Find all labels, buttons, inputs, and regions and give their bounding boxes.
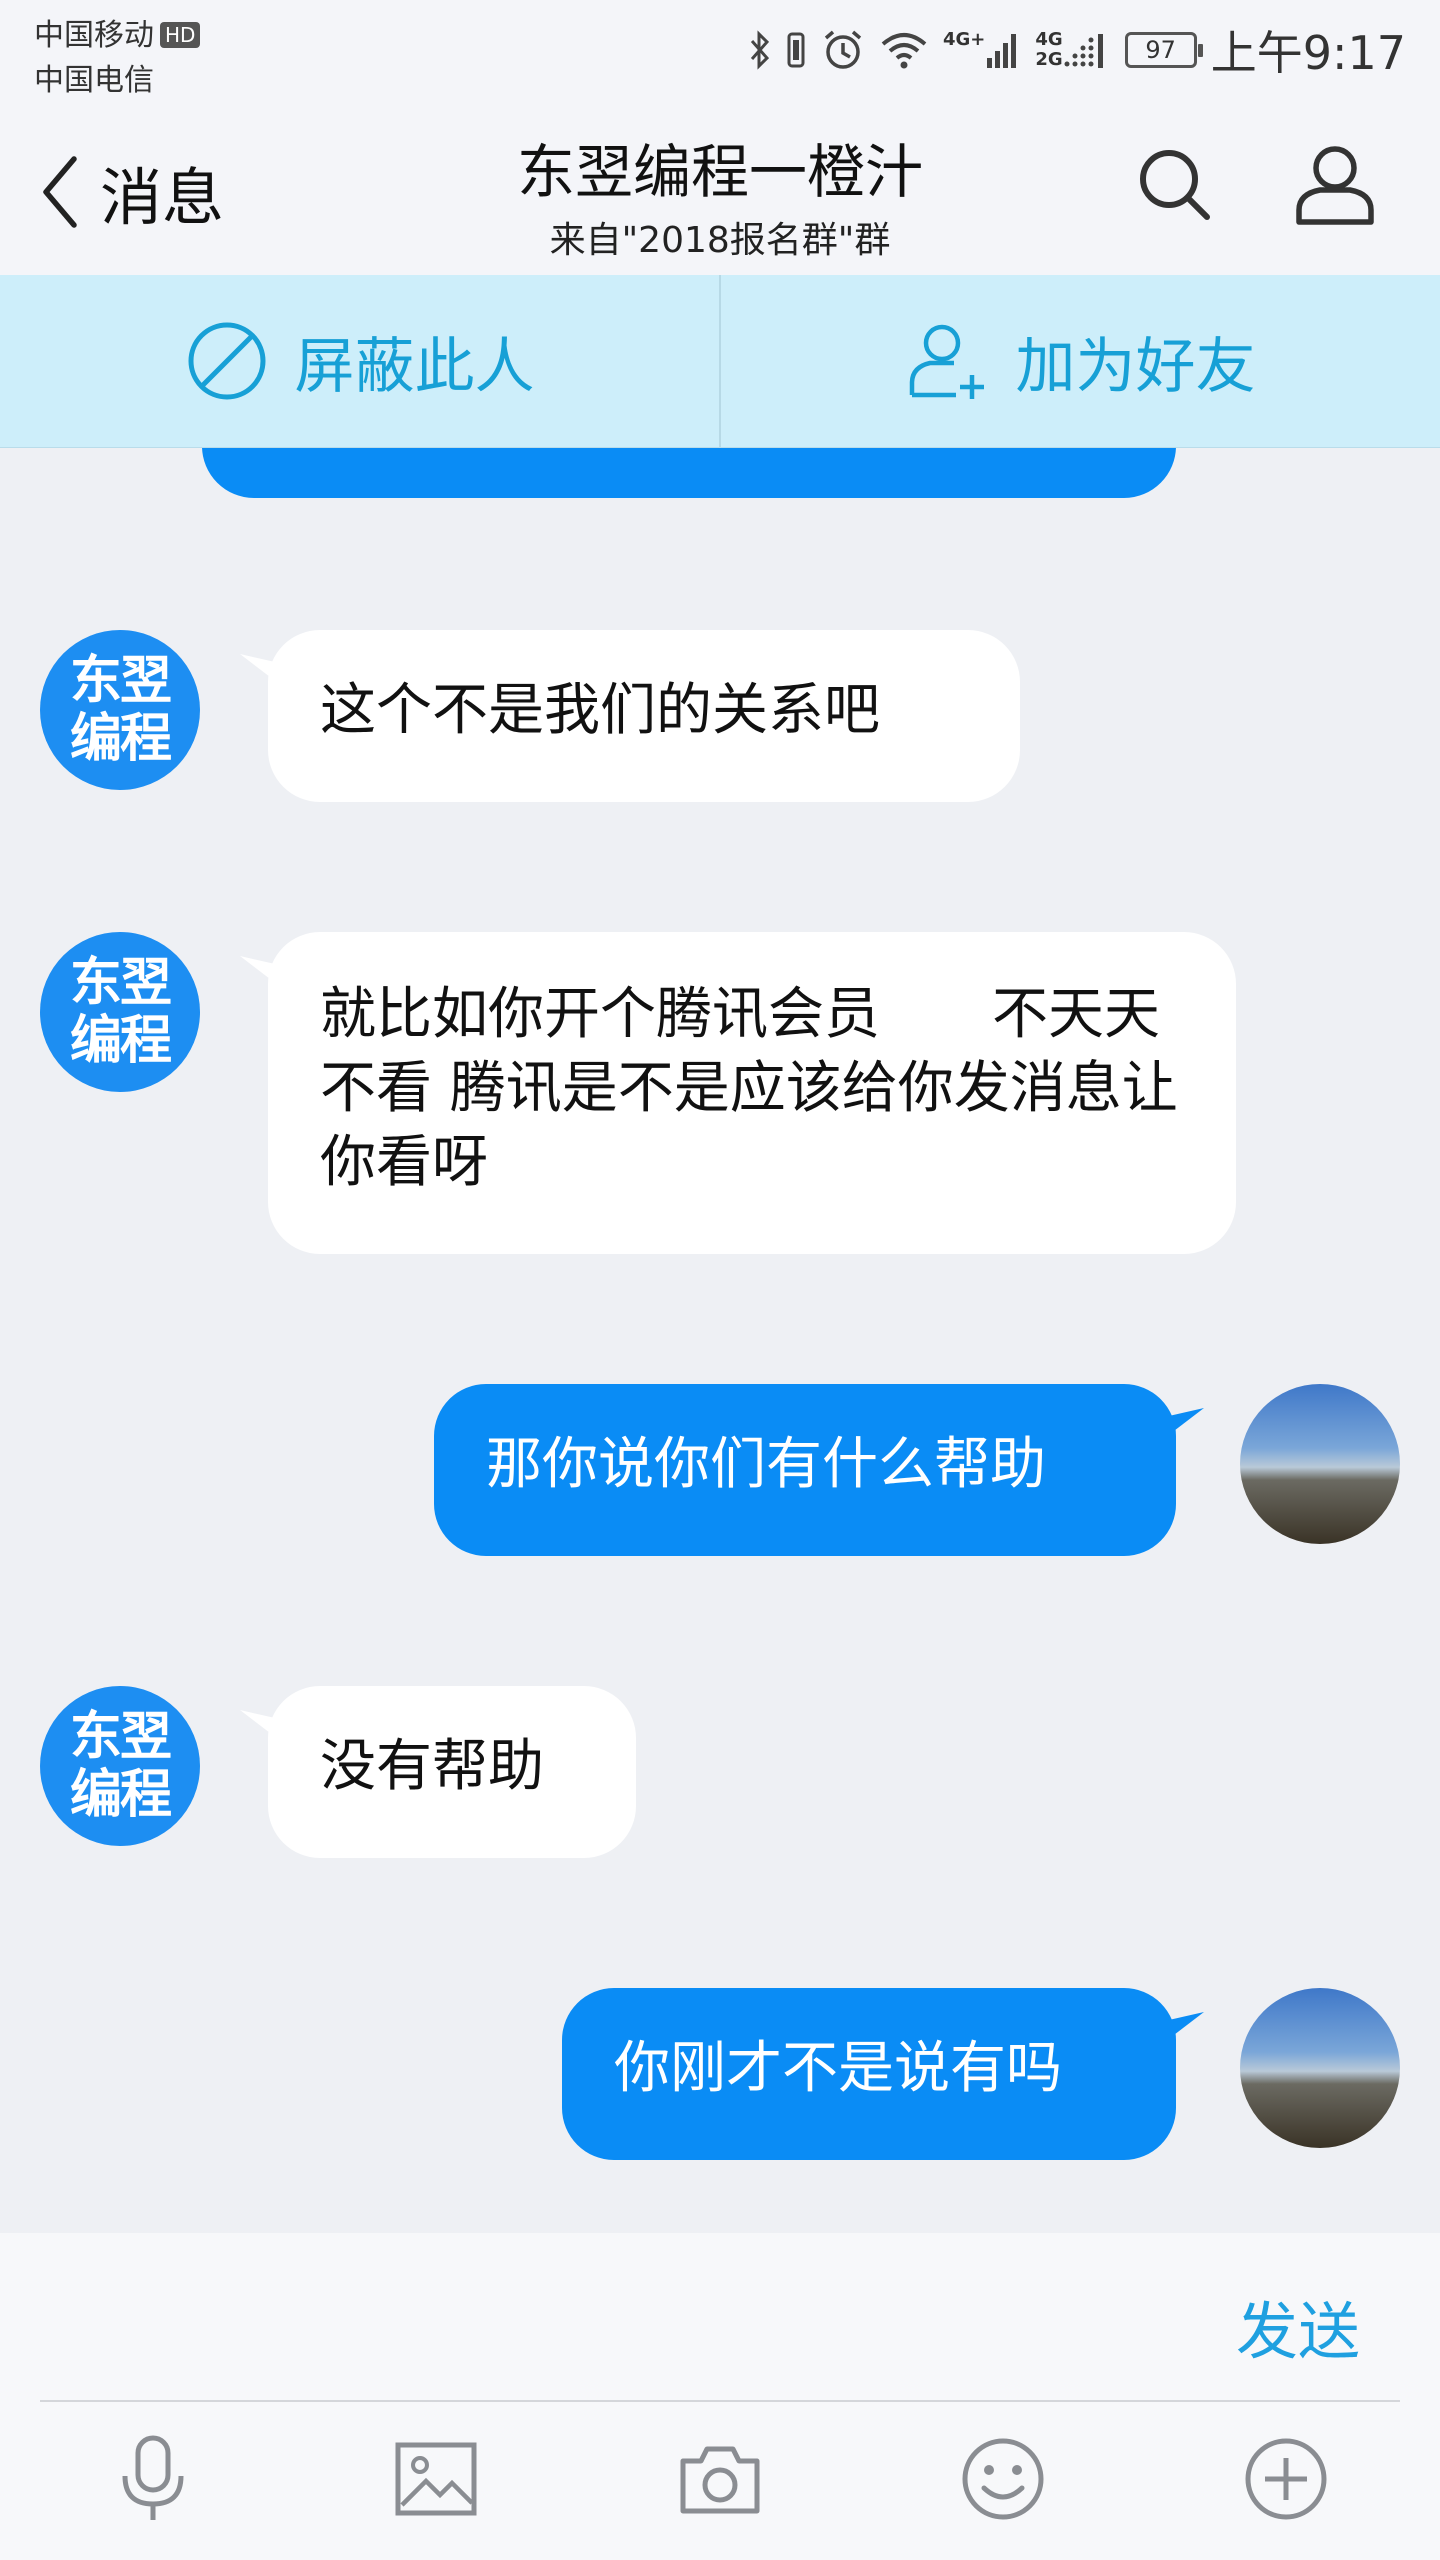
avatar-text-line2: 编程 [69, 709, 172, 769]
sender-avatar[interactable]: 东翌 编程 [40, 932, 200, 1092]
avatar-text-line2: 编程 [69, 1765, 172, 1825]
stranger-action-bar: 屏蔽此人 加为好友 [0, 275, 1440, 448]
message-input[interactable] [40, 2253, 1184, 2375]
block-user-button[interactable]: 屏蔽此人 [0, 275, 719, 447]
status-clock: 上午9:17 [1210, 26, 1406, 80]
add-person-icon [909, 324, 984, 399]
alarm-icon [824, 30, 862, 69]
signal-1: 4G+ [943, 30, 1021, 70]
voice-button[interactable] [93, 2424, 213, 2534]
input-toolbar [0, 2402, 1440, 2560]
message-bubble-incoming[interactable]: 就比如你开个腾讯会员 不天天不看 腾讯是不是应该给你发消息让你看呀 [268, 932, 1236, 1254]
add-friend-label: 加为好友 [1015, 331, 1256, 402]
network-1-label: 4G+ [942, 29, 986, 50]
network-2-top-label: 4G [1035, 29, 1063, 50]
sender-avatar[interactable]: 东翌 编程 [40, 1686, 200, 1846]
person-icon [1296, 146, 1374, 225]
previous-message-bubble[interactable] [202, 448, 1176, 498]
plus-icon [1245, 2438, 1327, 2520]
bubble-tail [1170, 2012, 1204, 2038]
network-2-bottom-label: 2G [1035, 49, 1063, 70]
carrier-1-label: 中国移动 [34, 18, 154, 53]
my-avatar[interactable] [1240, 1988, 1400, 2148]
status-bar: 中国移动 HD 中国电信 4G+ 4G 2G 97 上午9:17 [0, 0, 1440, 105]
title-block: 东翌编程一橙汁 来自"2018报名群"群 [320, 125, 1120, 263]
more-button[interactable] [1226, 2424, 1346, 2534]
battery-indicator: 97 [1124, 32, 1203, 68]
chevron-left-icon [43, 156, 77, 228]
carrier-secondary: 中国电信 [34, 63, 154, 98]
sender-avatar[interactable]: 东翌 编程 [40, 630, 200, 790]
page-title: 东翌编程一橙汁 [516, 138, 923, 206]
signal-2: 4G 2G [1035, 30, 1110, 70]
image-icon [395, 2442, 477, 2516]
vibrate-icon [787, 32, 805, 68]
search-icon [1140, 150, 1210, 220]
camera-button[interactable] [660, 2424, 780, 2534]
bubble-tail [1170, 1408, 1204, 1434]
send-button[interactable]: 发送 [1236, 2281, 1360, 2371]
image-button[interactable] [376, 2424, 496, 2534]
carrier-primary: 中国移动 HD [34, 10, 201, 54]
camera-icon [680, 2446, 760, 2514]
hd-badge: HD [160, 22, 201, 48]
back-label: 消息 [100, 161, 225, 234]
avatar-text-line1: 东翌 [69, 1707, 172, 1767]
wifi-icon [881, 33, 927, 69]
search-button[interactable] [1125, 135, 1225, 235]
message-bubble-outgoing[interactable]: 那你说你们有什么帮助 [434, 1384, 1176, 1556]
microphone-icon [122, 2435, 184, 2520]
input-bar: 发送 [0, 2233, 1440, 2403]
signal-bars-secondary-icon [1064, 34, 1103, 68]
chat-header: 消息 东翌编程一橙汁 来自"2018报名群"群 [0, 105, 1440, 275]
back-button[interactable]: 消息 [40, 147, 224, 237]
profile-button[interactable] [1285, 135, 1385, 235]
message-bubble-incoming[interactable]: 没有帮助 [268, 1686, 636, 1858]
avatar-text-line1: 东翌 [69, 953, 172, 1013]
bluetooth-icon [750, 30, 770, 70]
emoji-icon [962, 2438, 1044, 2520]
status-icons: 4G+ 4G 2G 97 上午9:17 [749, 20, 1406, 80]
block-icon [188, 322, 265, 400]
message-list[interactable]: 东翌 编程 这个不是我们的关系吧 东翌 编程 就比如你开个腾讯会员 不天天不看 … [0, 448, 1440, 2233]
page-subtitle: 来自"2018报名群"群 [549, 220, 891, 261]
signal-bars-icon [987, 34, 1017, 68]
my-avatar[interactable] [1240, 1384, 1400, 1544]
avatar-text-line2: 编程 [69, 1011, 172, 1071]
block-user-label: 屏蔽此人 [294, 331, 535, 402]
add-friend-button[interactable]: 加为好友 [721, 275, 1440, 447]
message-bubble-outgoing[interactable]: 你刚才不是说有吗 [562, 1988, 1176, 2160]
emoji-button[interactable] [943, 2424, 1063, 2534]
message-bubble-incoming[interactable]: 这个不是我们的关系吧 [268, 630, 1020, 802]
avatar-text-line1: 东翌 [69, 651, 172, 711]
